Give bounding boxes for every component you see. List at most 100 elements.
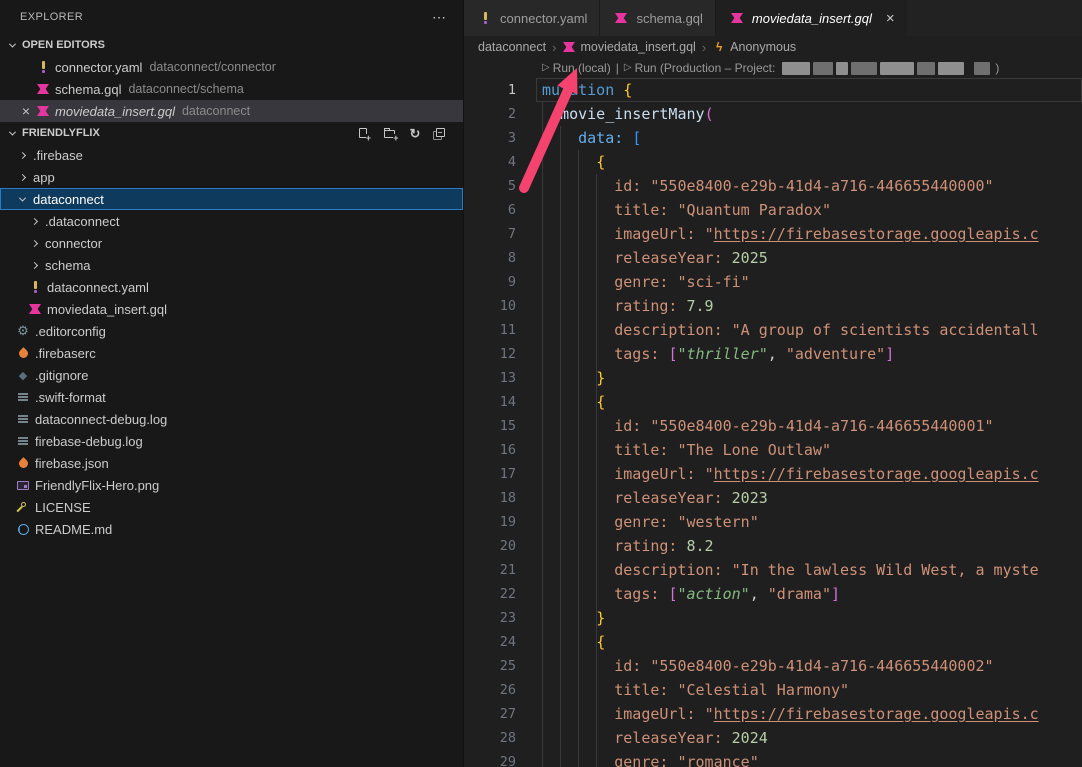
tree-actions: ↻ −: [355, 125, 463, 141]
code-line[interactable]: 18 releaseYear: 2023: [464, 486, 1082, 510]
code-line[interactable]: 27 imageUrl: "https://firebasestorage.go…: [464, 702, 1082, 726]
operation-icon: ϟ: [712, 39, 726, 55]
code-text: tags: ["action", "drama"]: [516, 582, 840, 606]
run-local-link[interactable]: ▷ Run (local): [542, 58, 611, 80]
code-line[interactable]: 9 genre: "sci-fi": [464, 270, 1082, 294]
lines-icon: [14, 411, 32, 427]
code-line[interactable]: 16 title: "The Lone Outlaw": [464, 438, 1082, 462]
code-line[interactable]: 11 description: "A group of scientists a…: [464, 318, 1082, 342]
tab-schema.gql[interactable]: schema.gql: [600, 0, 715, 36]
line-number: 11: [464, 318, 516, 342]
code-line[interactable]: 26 title: "Celestial Harmony": [464, 678, 1082, 702]
code-text: mutation {: [516, 78, 632, 102]
tree-item-README.md[interactable]: iREADME.md: [0, 518, 463, 540]
code-text: genre: "sci-fi": [516, 270, 750, 294]
code-text: id: "550e8400-e29b-41d4-a716-44665544000…: [516, 414, 994, 438]
tab-moviedata_insert.gql[interactable]: moviedata_insert.gql ×: [716, 0, 907, 36]
code-line[interactable]: 10 rating: 7.9: [464, 294, 1082, 318]
tree-item-connector[interactable]: connector: [0, 232, 463, 254]
code-text: description: "A group of scientists acci…: [516, 318, 1039, 342]
tree-item-.editorconfig[interactable]: ⚙.editorconfig: [0, 320, 463, 342]
code-lines[interactable]: 1mutation {2 movie_insertMany(3 data: [4…: [464, 78, 1082, 767]
tab-label: moviedata_insert.gql: [752, 11, 872, 26]
code-line[interactable]: 22 tags: ["action", "drama"]: [464, 582, 1082, 606]
more-actions-icon[interactable]: ⋯: [432, 9, 447, 26]
new-folder-button[interactable]: [381, 125, 397, 141]
close-icon[interactable]: ×: [18, 103, 34, 119]
tree-item-dataconnect.yaml[interactable]: dataconnect.yaml: [0, 276, 463, 298]
tree-item-.firebaserc[interactable]: .firebaserc: [0, 342, 463, 364]
code-line[interactable]: 23 }: [464, 606, 1082, 630]
open-editor-schema.gql[interactable]: schema.gqldataconnect/schema: [0, 78, 463, 100]
code-line[interactable]: 5 id: "550e8400-e29b-41d4-a716-446655440…: [464, 174, 1082, 198]
code-line[interactable]: 7 imageUrl: "https://firebasestorage.goo…: [464, 222, 1082, 246]
open-editor-moviedata_insert.gql[interactable]: ×moviedata_insert.gqldataconnect: [0, 100, 463, 122]
code-line[interactable]: 6 title: "Quantum Paradox": [464, 198, 1082, 222]
code-line[interactable]: 28 releaseYear: 2024: [464, 726, 1082, 750]
tree-item-schema[interactable]: schema: [0, 254, 463, 276]
code-line[interactable]: 14 {: [464, 390, 1082, 414]
tree-item-firebase-debug.log[interactable]: firebase-debug.log: [0, 430, 463, 452]
close-icon[interactable]: ×: [886, 11, 895, 26]
tree-item-firebase.json[interactable]: firebase.json: [0, 452, 463, 474]
code-line[interactable]: 25 id: "550e8400-e29b-41d4-a716-44665544…: [464, 654, 1082, 678]
line-number: 10: [464, 294, 516, 318]
run-local-label: Run (local): [553, 58, 611, 80]
vscode-window: EXPLORER ⋯ OPEN EDITORS connector.yamlda…: [0, 0, 1082, 767]
project-title: FRIENDLYFLIX: [22, 127, 100, 139]
code-text: imageUrl: "https://firebasestorage.googl…: [516, 702, 1039, 726]
chevron-right-icon: [26, 263, 42, 268]
code-line[interactable]: 4 {: [464, 150, 1082, 174]
tree-item-FriendlyFlix-Hero.png[interactable]: FriendlyFlix-Hero.png: [0, 474, 463, 496]
code-text: genre: "western": [516, 510, 759, 534]
code-line[interactable]: 20 rating: 8.2: [464, 534, 1082, 558]
code-line[interactable]: 15 id: "550e8400-e29b-41d4-a716-44665544…: [464, 414, 1082, 438]
line-number: 22: [464, 582, 516, 606]
code-line[interactable]: 8 releaseYear: 2025: [464, 246, 1082, 270]
code-line[interactable]: 13 }: [464, 366, 1082, 390]
line-number: 13: [464, 366, 516, 390]
tree-item-dataconnect[interactable]: dataconnect: [0, 188, 463, 210]
tree-item-.dataconnect[interactable]: .dataconnect: [0, 210, 463, 232]
code-text: tags: ["thriller", "adventure"]: [516, 342, 894, 366]
tree-item-LICENSE[interactable]: LICENSE: [0, 496, 463, 518]
open-editor-connector.yaml[interactable]: connector.yamldataconnect/connector: [0, 56, 463, 78]
tab-connector.yaml[interactable]: connector.yaml: [464, 0, 600, 36]
code-line[interactable]: 24 {: [464, 630, 1082, 654]
new-file-button[interactable]: [355, 125, 371, 141]
open-editors-list: connector.yamldataconnect/connectorschem…: [0, 56, 463, 122]
codelens-row: ▷ Run (local) | ▷ Run (Production – Proj…: [542, 58, 999, 78]
code-line[interactable]: 21 description: "In the lawless Wild Wes…: [464, 558, 1082, 582]
tree-item-.firebase[interactable]: .firebase: [0, 144, 463, 166]
code-line[interactable]: 17 imageUrl: "https://firebasestorage.go…: [464, 462, 1082, 486]
open-editors-header[interactable]: OPEN EDITORS: [0, 34, 463, 56]
line-number: 8: [464, 246, 516, 270]
tree-item-.gitignore[interactable]: ◆.gitignore: [0, 364, 463, 386]
code-line[interactable]: 29 genre: "romance": [464, 750, 1082, 767]
breadcrumb-item-Anonymous[interactable]: ϟAnonymous: [712, 39, 796, 55]
tree-item-moviedata_insert.gql[interactable]: moviedata_insert.gql: [0, 298, 463, 320]
code-editor[interactable]: ▷ Run (local) | ▷ Run (Production – Proj…: [464, 58, 1082, 767]
code-line[interactable]: 19 genre: "western": [464, 510, 1082, 534]
breadcrumb-label: dataconnect: [478, 40, 546, 54]
tree-item-dataconnect-debug.log[interactable]: dataconnect-debug.log: [0, 408, 463, 430]
code-line[interactable]: 12 tags: ["thriller", "adventure"]: [464, 342, 1082, 366]
refresh-button[interactable]: ↻: [407, 125, 423, 141]
project-section-header[interactable]: FRIENDLYFLIX ↻ −: [0, 122, 463, 144]
breadcrumb-item-moviedata_insert.gql[interactable]: moviedata_insert.gql: [562, 39, 695, 55]
flame-icon: [14, 345, 32, 361]
code-line[interactable]: 3 data: [: [464, 126, 1082, 150]
run-production-link[interactable]: ▷ Run (Production – Project:: [624, 58, 775, 80]
code-text: imageUrl: "https://firebasestorage.googl…: [516, 222, 1039, 246]
code-line[interactable]: 1mutation {: [464, 78, 1082, 102]
code-text: description: "In the lawless Wild West, …: [516, 558, 1039, 582]
breadcrumb-item-dataconnect[interactable]: dataconnect: [478, 40, 546, 54]
image-icon: [14, 477, 32, 493]
open-editors-label: OPEN EDITORS: [22, 39, 105, 51]
info-icon: i: [14, 521, 32, 537]
code-line[interactable]: 2 movie_insertMany(: [464, 102, 1082, 126]
line-number: 1: [464, 78, 516, 102]
tree-item-app[interactable]: app: [0, 166, 463, 188]
collapse-all-button[interactable]: −: [433, 125, 449, 141]
tree-item-.swift-format[interactable]: .swift-format: [0, 386, 463, 408]
